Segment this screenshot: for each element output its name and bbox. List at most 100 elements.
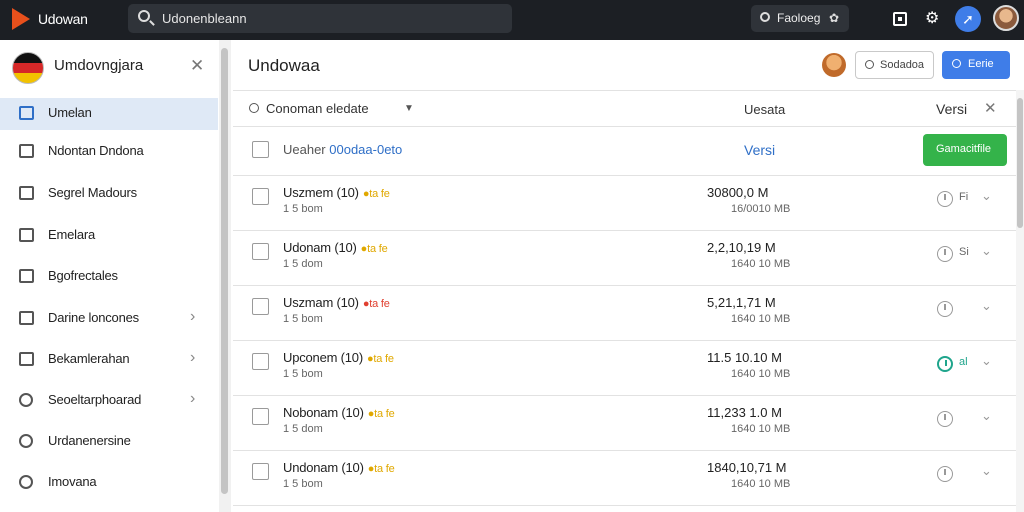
feedback-settings-icon: ✿: [829, 11, 840, 25]
sidebar-item[interactable]: Ndontan Dndona: [0, 136, 218, 168]
close-icon[interactable]: ✕: [190, 56, 204, 76]
app-title: Udowan: [38, 11, 88, 27]
table-row[interactable]: Undonam (10) ●ta fe 1 5 bom 1840,10,71 M 164…: [233, 451, 1016, 506]
sidebar-item[interactable]: Darine loncones ›: [0, 303, 218, 335]
row-version: Si: [959, 246, 969, 258]
row-checkbox[interactable]: [252, 243, 269, 260]
sidebar-item-label: Segrel Madours: [48, 185, 137, 200]
versi-link[interactable]: Versi: [744, 142, 775, 158]
close-icon[interactable]: ✕: [984, 99, 997, 117]
user-avatar[interactable]: [822, 53, 846, 77]
table-row[interactable]: Nobonam (10) ●ta fe 1 5 dom 11,233 1.0 M 164…: [233, 396, 1016, 451]
row-checkbox[interactable]: [252, 188, 269, 205]
chevron-down-icon[interactable]: ⌄: [981, 243, 992, 259]
sidebar-item[interactable]: Umelan: [0, 98, 218, 130]
sidebar-item-label: Imovana: [48, 474, 97, 489]
row-name-text: Upconem (10): [283, 350, 363, 365]
chevron-down-icon[interactable]: ⌄: [981, 188, 992, 204]
selection-link[interactable]: 00odaa-0eto: [329, 142, 402, 157]
selection-label: Ueaher: [283, 142, 326, 157]
sidebar-item-label: Bekamlerahan: [48, 351, 130, 366]
secondary-button-label: Sodadoa: [880, 59, 925, 71]
row-name: Uszmem (10) ●ta fe: [283, 185, 390, 200]
clock-icon: [937, 191, 953, 207]
row-subtitle: 1 5 bom: [283, 313, 323, 325]
search-icon: [865, 60, 874, 69]
sidebar-item-label: Ndontan Dndona: [48, 143, 144, 158]
chevron-right-icon[interactable]: ›: [190, 390, 195, 408]
row-subtitle: 1 5 bom: [283, 478, 323, 490]
row-tag: ●ta fe: [367, 408, 395, 420]
chevron-down-icon[interactable]: ⌄: [981, 353, 992, 369]
row-tag: ●ta fe: [362, 188, 390, 200]
row-checkbox[interactable]: [252, 463, 269, 480]
row-date: 1640 10 MB: [731, 478, 791, 490]
main-scrollbar-thumb[interactable]: [1017, 98, 1023, 228]
menu-item-icon: [19, 186, 34, 200]
menu-item-icon: [19, 393, 33, 407]
sidebar-item[interactable]: Seoeltarphoarad ›: [0, 385, 218, 417]
row-name-text: Undonam (10): [283, 460, 364, 475]
gear-icon[interactable]: ⚙: [925, 9, 939, 29]
sidebar-title: Umdovngjara: [54, 57, 144, 74]
chevron-down-icon[interactable]: ⌄: [981, 463, 992, 479]
create-file-button[interactable]: Gamacitfile: [923, 134, 1007, 166]
row-size: 11,233 1.0 M: [707, 405, 782, 420]
table-row[interactable]: Uszmam (10) ●ta fe 1 5 bom 5,21,1,71 M 1640 …: [233, 286, 1016, 341]
table-row[interactable]: Upconem (10) ●ta fe 1 5 bom 11.5 10.10 M 164…: [233, 341, 1016, 396]
menu-item-icon: [19, 434, 33, 448]
row-size: 30800,0 M: [707, 185, 769, 200]
selection-summary: Ueaher 00odaa-0eto: [283, 142, 402, 157]
table-row[interactable]: Udonam (10) ●ta fe 1 5 dom 2,2,10,19 M 1640 …: [233, 231, 1016, 286]
sidebar-item[interactable]: Bekamlerahan ›: [0, 344, 218, 376]
layout-icon[interactable]: [893, 12, 907, 26]
table-row[interactable]: Uszmem (10) ●ta fe 1 5 bom 30800,0 M 16/0010…: [233, 176, 1016, 231]
row-checkbox[interactable]: [252, 408, 269, 425]
column-header-status[interactable]: Uesata: [744, 102, 785, 117]
sidebar-item[interactable]: Urdanenersine: [0, 426, 218, 458]
row-subtitle: 1 5 bom: [283, 203, 323, 215]
sidebar-item[interactable]: Emelara: [0, 220, 218, 252]
logo-icon[interactable]: [12, 8, 30, 30]
bolt-icon[interactable]: ➚: [955, 6, 981, 32]
row-tag: ●ta fe: [362, 298, 390, 310]
row-subtitle: 1 5 dom: [283, 258, 323, 270]
chevron-down-icon[interactable]: ▼: [404, 103, 414, 114]
row-date: 1640 10 MB: [731, 313, 791, 325]
page-title: Undowaa: [248, 56, 320, 75]
secondary-button[interactable]: Sodadoa: [855, 51, 934, 79]
sidebar-item[interactable]: Segrel Madours: [0, 178, 218, 210]
sidebar-scrollbar-thumb[interactable]: [221, 48, 228, 494]
clock-icon: [937, 356, 953, 372]
sidebar-item[interactable]: Bgofrectales: [0, 261, 218, 293]
chevron-right-icon[interactable]: ›: [190, 308, 195, 326]
menu-item-icon: [19, 269, 34, 283]
row-checkbox[interactable]: [252, 353, 269, 370]
row-checkbox[interactable]: [252, 298, 269, 315]
menu-item-icon: [19, 352, 34, 366]
row-date: 1640 10 MB: [731, 258, 791, 270]
clock-icon: [937, 301, 953, 317]
row-name-text: Udonam (10): [283, 240, 357, 255]
chevron-right-icon[interactable]: ›: [190, 349, 195, 367]
row-name-text: Uszmem (10): [283, 185, 359, 200]
menu-item-icon: [19, 144, 34, 158]
column-header-versi[interactable]: Versi: [936, 101, 967, 117]
row-size: 11.5 10.10 M: [707, 350, 782, 365]
avatar[interactable]: [993, 5, 1019, 31]
chevron-down-icon[interactable]: ⌄: [981, 298, 992, 314]
row-date: 16/0010 MB: [731, 203, 791, 215]
flag-icon: [12, 52, 44, 84]
row-name-text: Nobonam (10): [283, 405, 364, 420]
sidebar-item[interactable]: Imovana: [0, 467, 218, 499]
primary-button[interactable]: Eerie: [942, 51, 1010, 79]
search-input[interactable]: Udonenbleann: [128, 4, 512, 33]
select-all-checkbox[interactable]: [252, 141, 269, 158]
sidebar-item-label: Umelan: [48, 105, 92, 120]
menu-item-icon: [19, 228, 34, 242]
row-date: 1640 10 MB: [731, 368, 791, 380]
feedback-button[interactable]: Faoloeg ✿: [751, 5, 849, 32]
row-subtitle: 1 5 bom: [283, 368, 323, 380]
chevron-down-icon[interactable]: ⌄: [981, 408, 992, 424]
filter-dropdown[interactable]: Conoman eledate: [266, 101, 369, 116]
